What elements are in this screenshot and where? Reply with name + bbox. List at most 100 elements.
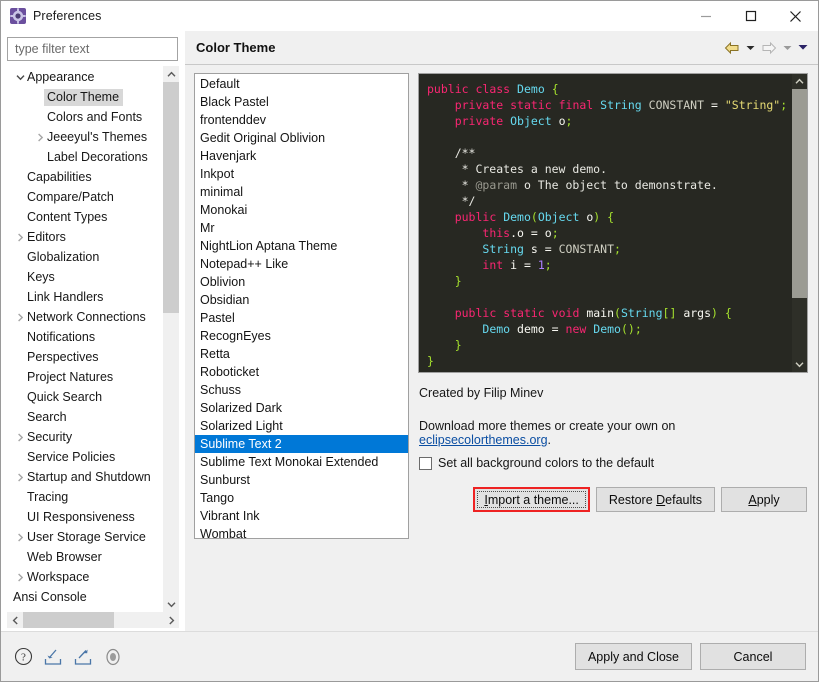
theme-list-item[interactable]: Default bbox=[195, 75, 408, 93]
chevron-right-icon[interactable] bbox=[33, 132, 47, 142]
tree-scroll-thumb[interactable] bbox=[163, 82, 179, 314]
preview-scroll-down-icon[interactable] bbox=[792, 357, 807, 372]
chevron-right-icon[interactable] bbox=[13, 432, 27, 442]
tree-vertical-scrollbar[interactable] bbox=[163, 66, 179, 612]
theme-list-item[interactable]: Black Pastel bbox=[195, 93, 408, 111]
theme-list[interactable]: Default Black Pastel frontenddev Gedit Orig… bbox=[194, 73, 409, 539]
sidebar-item-color-theme[interactable]: Color Theme bbox=[7, 87, 163, 107]
sidebar-item-ansi-console[interactable]: Ansi Console bbox=[7, 587, 163, 607]
theme-list-item[interactable]: Retta bbox=[195, 345, 408, 363]
theme-list-item[interactable]: Solarized Light bbox=[195, 417, 408, 435]
sidebar-item-search[interactable]: Search bbox=[7, 407, 163, 427]
preview-scroll-up-icon[interactable] bbox=[792, 74, 807, 89]
cancel-button[interactable]: Cancel bbox=[700, 643, 806, 670]
search-input[interactable] bbox=[13, 41, 172, 57]
theme-list-item[interactable]: Wombat bbox=[195, 525, 408, 538]
chevron-right-icon[interactable] bbox=[13, 472, 27, 482]
tree-scroll-track[interactable] bbox=[163, 82, 179, 596]
export-preferences-icon[interactable] bbox=[72, 646, 94, 668]
preview-vertical-scrollbar[interactable] bbox=[792, 74, 807, 372]
scroll-left-icon[interactable] bbox=[7, 612, 23, 628]
apply-and-close-button[interactable]: Apply and Close bbox=[574, 643, 692, 670]
theme-list-item[interactable]: Roboticket bbox=[195, 363, 408, 381]
sidebar-item-project-natures[interactable]: Project Natures bbox=[7, 367, 163, 387]
sidebar-item-workspace[interactable]: Workspace bbox=[7, 567, 163, 587]
sidebar-item-notifications[interactable]: Notifications bbox=[7, 327, 163, 347]
scroll-right-icon[interactable] bbox=[163, 612, 179, 628]
tree-hscroll-thumb[interactable] bbox=[23, 612, 114, 628]
theme-list-item[interactable]: Gedit Original Oblivion bbox=[195, 129, 408, 147]
theme-list-item[interactable]: Pastel bbox=[195, 309, 408, 327]
forward-arrow-icon[interactable] bbox=[758, 38, 780, 58]
theme-list-item[interactable]: Inkpot bbox=[195, 165, 408, 183]
import-theme-button[interactable]: Import a theme... bbox=[473, 487, 590, 512]
theme-list-item[interactable]: Oblivion bbox=[195, 273, 408, 291]
tree-horizontal-scrollbar[interactable] bbox=[7, 612, 179, 628]
chevron-right-icon[interactable] bbox=[13, 572, 27, 582]
help-icon[interactable]: ? bbox=[12, 646, 34, 668]
sidebar-item-user-storage-service[interactable]: User Storage Service bbox=[7, 527, 163, 547]
sidebar-item-content-types[interactable]: Content Types bbox=[7, 207, 163, 227]
sidebar-item-ui-responsiveness[interactable]: UI Responsiveness bbox=[7, 507, 163, 527]
page-menu-chevron-down-icon[interactable] bbox=[795, 38, 810, 58]
theme-list-item[interactable]: minimal bbox=[195, 183, 408, 201]
download-themes-suffix: . bbox=[547, 433, 552, 447]
sidebar-item-label-decorations[interactable]: Label Decorations bbox=[7, 147, 163, 167]
sidebar-item-web-browser[interactable]: Web Browser bbox=[7, 547, 163, 567]
theme-list-item[interactable]: Monokai bbox=[195, 201, 408, 219]
forward-history-chevron-down-icon[interactable] bbox=[780, 38, 795, 58]
chevron-right-icon[interactable] bbox=[13, 312, 27, 322]
sidebar-item-network-connections[interactable]: Network Connections bbox=[7, 307, 163, 327]
sidebar-item-appearance[interactable]: Appearance bbox=[7, 67, 163, 87]
theme-list-item[interactable]: Notepad++ Like bbox=[195, 255, 408, 273]
sidebar-item-colors-and-fonts[interactable]: Colors and Fonts bbox=[7, 107, 163, 127]
sidebar-item-service-policies[interactable]: Service Policies bbox=[7, 447, 163, 467]
sidebar-item-keys[interactable]: Keys bbox=[7, 267, 163, 287]
import-preferences-icon[interactable] bbox=[42, 646, 64, 668]
restore-defaults-button[interactable]: Restore Defaults bbox=[595, 487, 715, 512]
theme-list-item[interactable]: Obsidian bbox=[195, 291, 408, 309]
sidebar-item-security[interactable]: Security bbox=[7, 427, 163, 447]
chevron-down-icon[interactable] bbox=[13, 74, 27, 81]
tree-hscroll-track[interactable] bbox=[23, 612, 163, 628]
preferences-tree[interactable]: Appearance Color Theme Colors and Fonts Jee… bbox=[7, 66, 163, 612]
sidebar-item-link-handlers[interactable]: Link Handlers bbox=[7, 287, 163, 307]
scroll-down-icon[interactable] bbox=[163, 596, 179, 612]
theme-list-item[interactable]: Solarized Dark bbox=[195, 399, 408, 417]
theme-list-item[interactable]: frontenddev bbox=[195, 111, 408, 129]
sidebar-item-globalization[interactable]: Globalization bbox=[7, 247, 163, 267]
chevron-right-icon[interactable] bbox=[13, 232, 27, 242]
theme-list-item[interactable]: NightLion Aptana Theme bbox=[195, 237, 408, 255]
sidebar-item-startup-and-shutdown[interactable]: Startup and Shutdown bbox=[7, 467, 163, 487]
chevron-right-icon[interactable] bbox=[13, 532, 27, 542]
theme-list-item[interactable]: Sublime Text Monokai Extended bbox=[195, 453, 408, 471]
default-background-checkbox-row[interactable]: Set all background colors to the default bbox=[418, 456, 808, 470]
scroll-up-icon[interactable] bbox=[163, 66, 179, 82]
theme-list-item[interactable]: Tango bbox=[195, 489, 408, 507]
theme-list-item[interactable]: Sublime Text 2 bbox=[195, 435, 408, 453]
sidebar-item-tracing[interactable]: Tracing bbox=[7, 487, 163, 507]
eclipsecolorthemes-link[interactable]: eclipsecolorthemes.org bbox=[419, 433, 548, 447]
minimize-button[interactable] bbox=[683, 1, 728, 31]
close-button[interactable] bbox=[773, 1, 818, 31]
theme-list-item[interactable]: Sunburst bbox=[195, 471, 408, 489]
sidebar-item-capabilities[interactable]: Capabilities bbox=[7, 167, 163, 187]
sidebar-item-quick-search[interactable]: Quick Search bbox=[7, 387, 163, 407]
sidebar-item-jeeeyul-s-themes[interactable]: Jeeeyul's Themes bbox=[7, 127, 163, 147]
preview-scroll-track[interactable] bbox=[792, 89, 807, 357]
back-arrow-icon[interactable] bbox=[721, 38, 743, 58]
theme-list-item[interactable]: Vibrant Ink bbox=[195, 507, 408, 525]
theme-list-item[interactable]: Schuss bbox=[195, 381, 408, 399]
record-icon[interactable] bbox=[102, 646, 124, 668]
apply-button[interactable]: Apply bbox=[721, 487, 807, 512]
sidebar-item-editors[interactable]: Editors bbox=[7, 227, 163, 247]
back-history-chevron-down-icon[interactable] bbox=[743, 38, 758, 58]
default-background-checkbox[interactable] bbox=[419, 456, 432, 470]
theme-list-item[interactable]: Mr bbox=[195, 219, 408, 237]
theme-list-item[interactable]: Havenjark bbox=[195, 147, 408, 165]
sidebar-item-compare-patch[interactable]: Compare/Patch bbox=[7, 187, 163, 207]
preview-scroll-thumb[interactable] bbox=[792, 89, 807, 299]
sidebar-item-perspectives[interactable]: Perspectives bbox=[7, 347, 163, 367]
theme-list-item[interactable]: RecognEyes bbox=[195, 327, 408, 345]
maximize-button[interactable] bbox=[728, 1, 773, 31]
